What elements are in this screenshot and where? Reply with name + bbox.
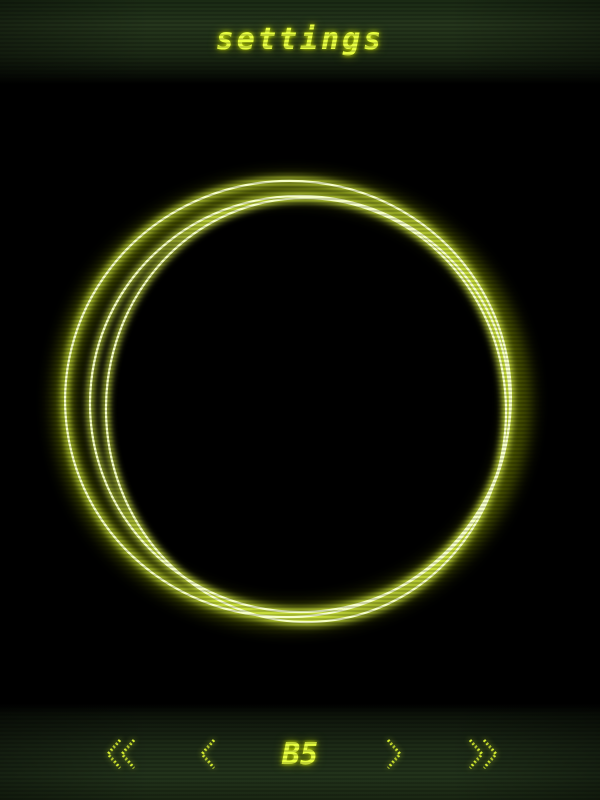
- last-level-button[interactable]: [460, 732, 504, 776]
- app-screen: settings B5: [0, 0, 600, 800]
- double-chevron-left-icon: [106, 739, 136, 769]
- chevron-right-icon: [386, 739, 402, 769]
- drawing-canvas[interactable]: [0, 84, 600, 704]
- glow-ring-graphic: [56, 177, 528, 626]
- first-level-button[interactable]: [100, 732, 144, 776]
- header-bar: settings: [0, 0, 600, 84]
- next-level-button[interactable]: [376, 732, 412, 776]
- ring-loop-outer: [63, 179, 513, 619]
- current-level-label: B5: [281, 736, 319, 772]
- chevron-left-icon: [200, 739, 216, 769]
- level-navigation-bar: B5: [0, 704, 600, 800]
- double-chevron-right-icon: [468, 739, 498, 769]
- page-title[interactable]: settings: [216, 22, 385, 57]
- previous-level-button[interactable]: [190, 732, 226, 776]
